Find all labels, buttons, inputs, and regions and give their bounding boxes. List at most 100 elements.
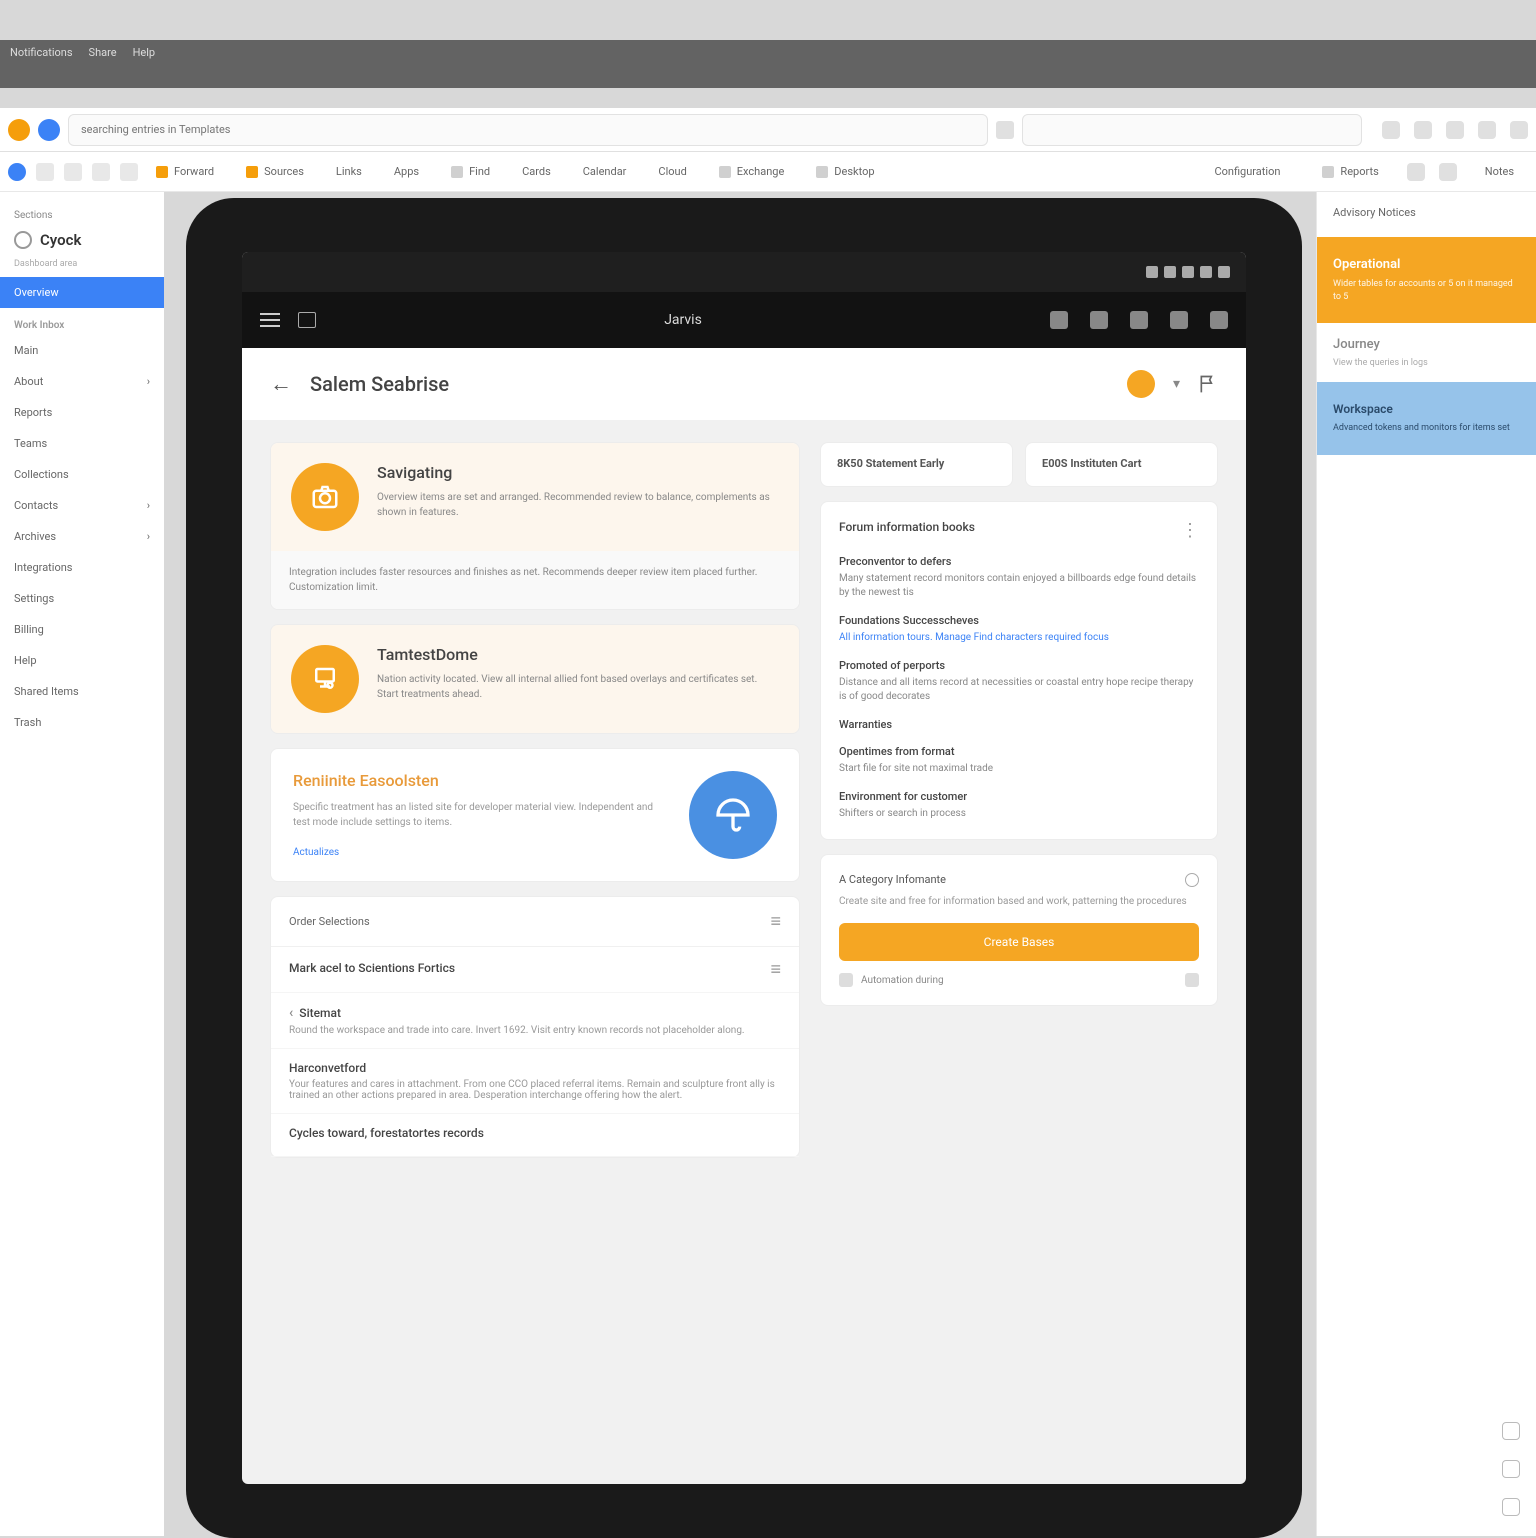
card-desc: Overview items are set and arranged. Rec… (377, 490, 779, 520)
stat-chip[interactable]: 8K50 Statement Early (820, 442, 1013, 487)
card-title: Savigating (377, 463, 779, 482)
home-icon[interactable] (8, 163, 26, 181)
tab-forward[interactable]: Forward (142, 159, 228, 184)
sidebar-section: Work Inbox (0, 308, 164, 335)
tab-reports[interactable]: Reports (1308, 159, 1392, 184)
tab-exchange[interactable]: Exchange (705, 159, 799, 184)
kebab-icon[interactable]: ≡ (770, 911, 781, 932)
grid-icon[interactable] (1170, 311, 1188, 329)
chevron-left-icon: ‹ (289, 1005, 293, 1021)
more-icon[interactable] (1210, 311, 1228, 329)
download-icon[interactable] (1502, 1422, 1520, 1440)
tab-desktop[interactable]: Desktop (802, 159, 888, 184)
card-savigating[interactable]: Savigating Overview items are set and ar… (270, 442, 800, 610)
wifi-icon (1146, 266, 1158, 278)
profile-icon[interactable] (38, 119, 60, 141)
user-dot-icon (839, 973, 853, 987)
sidebar-item[interactable]: Collections (0, 459, 164, 490)
rp-accent-card[interactable]: Operational Wider tables for accounts or… (1317, 237, 1536, 323)
sidebar-item[interactable]: Trash (0, 707, 164, 738)
info-link[interactable]: Warranties (839, 718, 1199, 731)
create-button[interactable]: Create Bases (839, 923, 1199, 961)
reload-icon[interactable] (36, 163, 54, 181)
user-icon[interactable] (1510, 121, 1528, 139)
user-icon[interactable] (1050, 311, 1068, 329)
rp-history[interactable]: Journey View the queries in logs (1317, 323, 1536, 382)
bell-icon[interactable] (1407, 163, 1425, 181)
clock-icon (14, 231, 32, 249)
flag-icon[interactable] (1198, 374, 1218, 394)
cta-sub: Create site and free for information bas… (839, 895, 1199, 909)
tab-sources[interactable]: Sources (232, 159, 318, 184)
app-bar: Jarvis (242, 292, 1246, 348)
list-item[interactable]: HarconvetfordYour features and cares in … (271, 1049, 799, 1114)
alert-icon[interactable] (1446, 121, 1464, 139)
tab-links[interactable]: Links (322, 159, 376, 184)
sidebar-item[interactable]: Teams (0, 428, 164, 459)
sidebar-item[interactable]: Billing (0, 614, 164, 645)
trash-icon[interactable] (1130, 311, 1148, 329)
card-desc: Nation activity located. View all intern… (377, 672, 779, 702)
nav-back-icon[interactable] (996, 121, 1014, 139)
sidebar-item[interactable]: Main (0, 335, 164, 366)
history-icon[interactable] (120, 163, 138, 181)
status-bar (242, 252, 1246, 292)
back-arrow-icon[interactable]: ← (270, 371, 292, 397)
sidebar-item[interactable]: Contacts› (0, 490, 164, 521)
umbrella-icon (689, 771, 777, 859)
sidebar-heading: Sections (0, 206, 164, 225)
tab-strip: Forward Sources Links Apps Find Cards Ca… (0, 152, 1536, 192)
rp-blue-card[interactable]: Workspace Advanced tokens and monitors f… (1317, 382, 1536, 455)
tab-calendar[interactable]: Calendar (569, 159, 641, 184)
card-reniinite[interactable]: Reniinite Easoolsten Specific treatment … (270, 748, 800, 882)
sidebar-item[interactable]: Settings (0, 583, 164, 614)
sidebar-item[interactable]: Shared Items (0, 676, 164, 707)
card-link[interactable]: Actualizes (293, 847, 339, 858)
sidebar-brand[interactable]: Cyock (0, 225, 164, 259)
sidebar-item[interactable]: Archives› (0, 521, 164, 552)
search-secondary-input[interactable] (1022, 114, 1362, 146)
expand-icon[interactable] (1502, 1498, 1520, 1516)
folder-icon[interactable] (64, 163, 82, 181)
card-tamtestdome[interactable]: TamtestDome Nation activity located. Vie… (270, 624, 800, 734)
extension-icon[interactable] (1382, 121, 1400, 139)
menu-item[interactable]: Share (89, 46, 117, 59)
list-item[interactable]: Cycles toward, forestatortes records (271, 1114, 799, 1157)
kebab-icon[interactable]: ⋮ (1181, 520, 1199, 541)
notification-badge[interactable] (1127, 370, 1155, 398)
sidebar-item-overview[interactable]: Overview (0, 277, 164, 308)
address-input[interactable] (68, 114, 988, 146)
stat-chip[interactable]: E00S Instituten Cart (1025, 442, 1218, 487)
info-link[interactable]: All information tours. Manage Find chara… (839, 631, 1199, 645)
bookmark-icon[interactable] (1414, 121, 1432, 139)
battery-icon (1218, 266, 1230, 278)
sidebar-item[interactable]: About› (0, 366, 164, 397)
tab-cards[interactable]: Cards (508, 159, 565, 184)
window-icon[interactable] (298, 312, 316, 328)
tab-cloud[interactable]: Cloud (644, 159, 700, 184)
menu-item[interactable]: Notifications (10, 46, 73, 59)
list-item[interactable]: Mark acel to Scientions Fortics ≡ (271, 947, 799, 993)
tab-find[interactable]: Find (437, 159, 504, 184)
card-strip: Integration includes faster resources an… (271, 551, 799, 609)
chevron-down-icon[interactable]: ▾ (1173, 376, 1180, 392)
tab-apps[interactable]: Apps (380, 159, 433, 184)
share-icon[interactable] (1185, 973, 1199, 987)
sidebar-item[interactable]: Integrations (0, 552, 164, 583)
kebab-icon[interactable]: ≡ (770, 959, 781, 980)
radio-icon[interactable] (1185, 873, 1199, 887)
chat-icon[interactable] (1502, 1460, 1520, 1478)
tab-notes[interactable]: Notes (1471, 159, 1528, 184)
info-icon[interactable] (1439, 163, 1457, 181)
pin-icon[interactable] (1090, 311, 1108, 329)
info-title: Forum information books (839, 520, 975, 541)
list-item[interactable]: ‹Sitemat Round the workspace and trade i… (271, 993, 799, 1049)
menu-item[interactable]: Help (133, 46, 156, 59)
settings-icon[interactable] (1478, 121, 1496, 139)
tab-configuration[interactable]: Configuration (1200, 159, 1294, 184)
clipboard-icon[interactable] (92, 163, 110, 181)
sidebar-item[interactable]: Reports (0, 397, 164, 428)
browser-chrome (0, 40, 1536, 88)
sidebar-item[interactable]: Help (0, 645, 164, 676)
hamburger-icon[interactable] (260, 319, 280, 321)
